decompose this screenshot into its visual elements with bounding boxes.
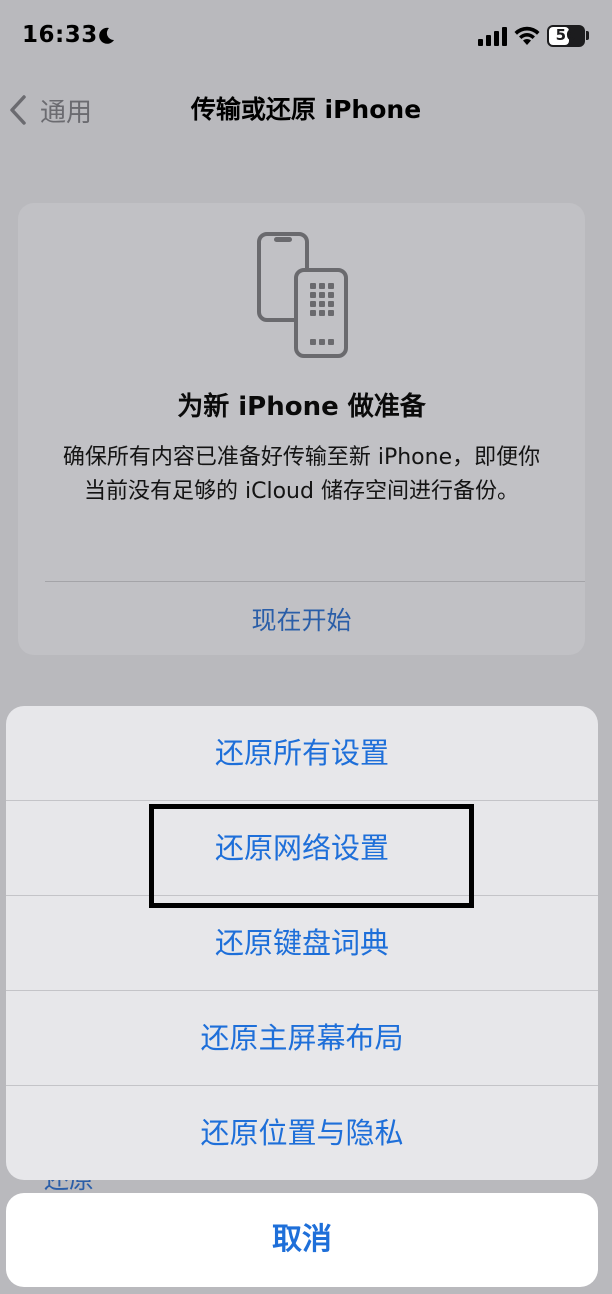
cancel-button[interactable]: 取消 [6,1193,598,1287]
card-title: 为新 iPhone 做准备 [177,392,426,422]
battery-level: 56 [555,26,577,44]
phone-transfer-icon [257,232,348,358]
reset-all-settings-button[interactable]: 还原所有设置 [6,706,598,800]
battery-cap [586,31,589,40]
cellular-signal-icon [478,27,507,46]
moon-icon [99,27,114,44]
action-sheet: 还原所有设置 还原网络设置 还原键盘词典 还原主屏幕布局 还原位置与隐私 [6,706,598,1180]
card-description: 确保所有内容已准备好传输至新 iPhone，即便你当前没有足够的 iCloud … [62,445,541,504]
status-bar: 16:33 56 [0,0,612,76]
highlight-box [149,804,474,908]
wifi-icon [514,26,540,45]
chevron-left-icon [10,95,26,125]
reset-home-screen-layout-button[interactable]: 还原主屏幕布局 [6,991,598,1085]
card-divider [45,581,585,582]
prepare-card: 为新 iPhone 做准备 确保所有内容已准备好传输至新 iPhone，即便你当… [18,203,585,655]
back-label: 通用 [40,97,93,128]
battery-icon: 56 [547,25,585,47]
reset-location-privacy-button[interactable]: 还原位置与隐私 [6,1086,598,1180]
reset-keyboard-dictionary-button[interactable]: 还原键盘词典 [6,896,598,990]
get-started-button[interactable]: 现在开始 [18,601,585,637]
back-button[interactable]: 通用 [8,92,92,128]
screen: 16:33 56 传输或还原 iPhone 通用 为新 iPhone 做准备 确… [0,0,612,1294]
status-time: 16:33 [22,22,98,48]
